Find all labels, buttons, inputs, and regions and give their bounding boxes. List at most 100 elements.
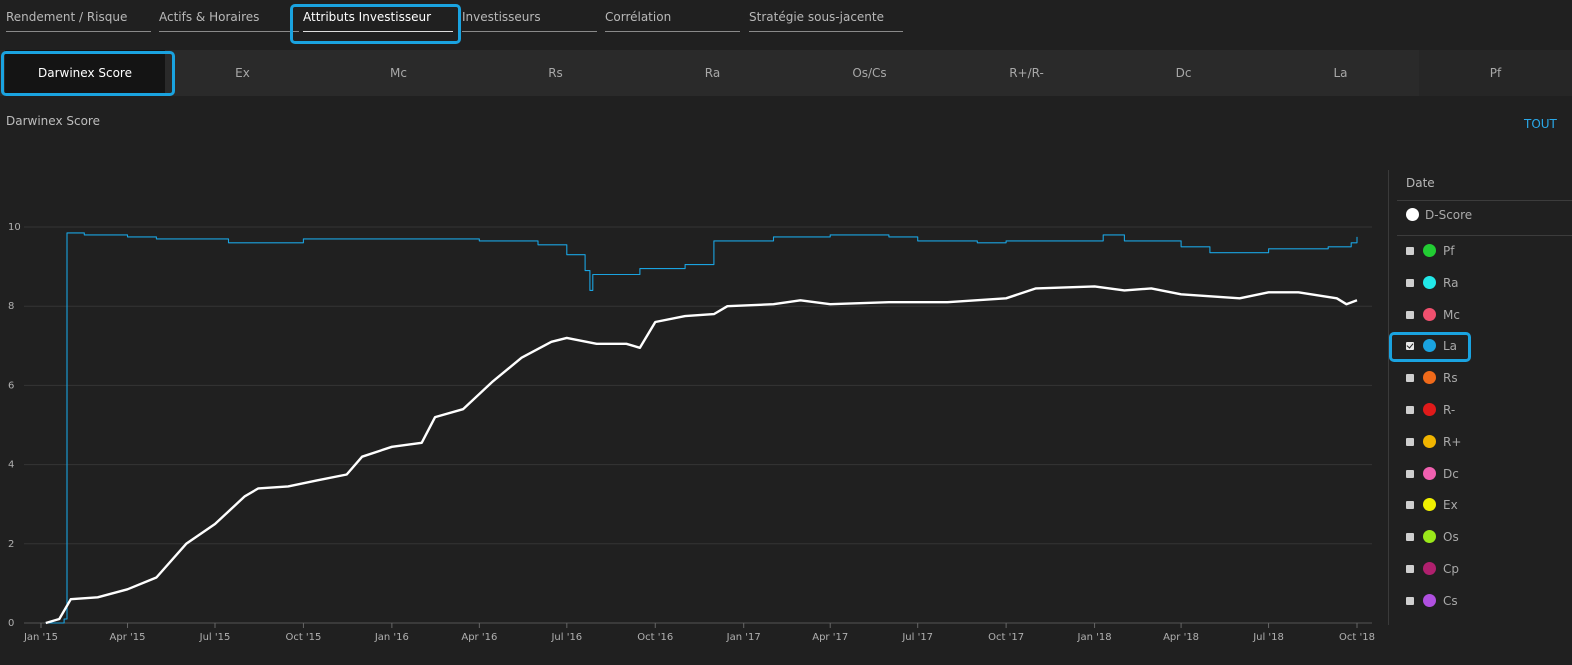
x-tick-label: Apr '18 xyxy=(1163,632,1199,643)
legend-item-label: Pf xyxy=(1443,244,1455,258)
x-tick-label: Oct '15 xyxy=(285,632,321,643)
x-tick-label: Apr '15 xyxy=(110,632,146,643)
color-dot-icon xyxy=(1423,244,1436,257)
x-tick-label: Jan '16 xyxy=(374,632,409,643)
legend-item-ra[interactable]: Ra xyxy=(1406,275,1556,291)
sub-tab-mc[interactable]: Mc xyxy=(320,50,477,96)
checkbox-icon[interactable] xyxy=(1406,437,1414,446)
legend-item-label: Os xyxy=(1443,530,1459,545)
sub-tab-ex[interactable]: Ex xyxy=(165,50,320,96)
checkbox-icon[interactable] xyxy=(1406,501,1414,510)
color-dot-icon xyxy=(1423,371,1436,385)
sub-tab-rs[interactable]: Rs xyxy=(477,50,634,96)
la-series-line xyxy=(45,232,1358,624)
y-tick-label: 2 xyxy=(8,539,14,550)
darwinex-score-chart: 0246810 Jan '15 Apr '15 Jul '15 Oct '15 Jan … xyxy=(8,222,1375,643)
color-dot-icon xyxy=(1423,307,1436,321)
legend-item-rs[interactable]: Rs xyxy=(1406,370,1556,386)
dscore-dot-icon xyxy=(1406,208,1419,221)
legend-item-rplus[interactable]: R+ xyxy=(1406,434,1556,450)
y-tick-label: 10 xyxy=(8,222,21,233)
color-dot-icon xyxy=(1423,275,1436,289)
legend-dscore: D-Score xyxy=(1406,207,1556,223)
legend-item-label: R- xyxy=(1443,403,1456,417)
color-dot-icon xyxy=(1423,403,1436,416)
legend-item-cs[interactable]: Cs xyxy=(1406,593,1556,609)
legend-item-label: Mc xyxy=(1443,307,1460,322)
y-tick-label: 0 xyxy=(8,618,14,629)
x-tick-label: Apr '17 xyxy=(812,632,848,643)
color-dot-icon xyxy=(1423,593,1436,607)
color-dot-icon xyxy=(1423,466,1436,480)
legend-date-label: Date xyxy=(1406,176,1435,190)
top-tab-investisseurs[interactable]: Investisseurs xyxy=(462,10,597,32)
x-tick-label: Jul '17 xyxy=(901,632,933,643)
legend-item-label: Dc xyxy=(1443,466,1459,481)
legend-item-dc[interactable]: Dc xyxy=(1406,466,1556,482)
color-dot-icon xyxy=(1423,530,1436,544)
checkbox-icon[interactable] xyxy=(1406,278,1414,287)
checkbox-icon[interactable] xyxy=(1406,565,1414,573)
x-tick-label: Apr '16 xyxy=(461,632,497,643)
top-tab-attributs-investisseur[interactable]: Attributs Investisseur xyxy=(303,10,453,32)
chart-title: Darwinex Score xyxy=(6,114,100,128)
x-tick-label: Jul '18 xyxy=(1252,632,1284,643)
legend-item-la[interactable]: La xyxy=(1406,338,1556,354)
checkbox-icon[interactable] xyxy=(1406,406,1414,414)
checkbox-icon[interactable] xyxy=(1406,374,1414,383)
x-tick-label: Oct '17 xyxy=(988,632,1024,643)
top-tab-strategie-sous-jacente[interactable]: Stratégie sous-jacente xyxy=(749,10,903,32)
legend-item-mc[interactable]: Mc xyxy=(1406,307,1556,323)
x-tick-label: Jul '16 xyxy=(550,632,582,643)
legend-divider xyxy=(1397,235,1572,236)
x-tick-label: Jan '17 xyxy=(726,632,761,643)
x-axis-ticks: Jan '15 Apr '15 Jul '15 Oct '15 Jan '16 Apr '… xyxy=(23,623,1375,643)
x-tick-label: Oct '16 xyxy=(637,632,673,643)
top-tab-correlation[interactable]: Corrélation xyxy=(605,10,740,32)
legend-item-os[interactable]: Os xyxy=(1406,529,1556,545)
color-dot-icon xyxy=(1423,562,1436,575)
legend-item-label: La xyxy=(1443,339,1458,354)
top-tab-rendement-risque[interactable]: Rendement / Risque xyxy=(6,10,151,32)
legend-item-pf[interactable]: Pf xyxy=(1406,243,1556,259)
color-dot-icon xyxy=(1423,339,1436,353)
legend-panel: Date D-Score Pf Ra Mc La Rs R- R+ Dc Ex Os Cp Cs xyxy=(1388,170,1572,625)
grid-lines xyxy=(24,226,1372,624)
legend-item-label: Ex xyxy=(1443,498,1458,513)
checkbox-icon[interactable] xyxy=(1406,247,1414,255)
top-tab-actifs-horaires[interactable]: Actifs & Horaires xyxy=(159,10,299,32)
color-dot-icon xyxy=(1423,434,1436,448)
checkbox-icon[interactable] xyxy=(1406,533,1414,542)
legend-item-ex[interactable]: Ex xyxy=(1406,497,1556,513)
checkbox-icon[interactable] xyxy=(1406,310,1414,319)
legend-item-label: R+ xyxy=(1443,434,1462,449)
color-dot-icon xyxy=(1423,498,1436,512)
x-tick-label: Jan '15 xyxy=(23,632,58,643)
x-tick-label: Oct '18 xyxy=(1339,632,1375,643)
sub-tab-r-plus-minus[interactable]: R+/R- xyxy=(948,50,1105,96)
checkbox-icon[interactable] xyxy=(1406,596,1414,605)
y-tick-label: 8 xyxy=(8,301,14,312)
sub-tab-os-cs[interactable]: Os/Cs xyxy=(791,50,948,96)
y-tick-label: 6 xyxy=(8,380,14,391)
series-lines xyxy=(45,232,1358,625)
sub-tab-darwinex-score[interactable]: Darwinex Score xyxy=(5,50,165,96)
tout-button[interactable]: TOUT xyxy=(1524,117,1557,131)
checkbox-icon[interactable] xyxy=(1406,469,1414,478)
legend-item-label: Cs xyxy=(1443,593,1458,608)
sub-tab-pf[interactable]: Pf xyxy=(1419,50,1572,96)
sub-tab-ra[interactable]: Ra xyxy=(634,50,791,96)
dscore-series-line xyxy=(45,285,1358,625)
top-tab-bar: Rendement / Risque Actifs & Horaires Att… xyxy=(0,0,1572,44)
legend-item-cp[interactable]: Cp xyxy=(1406,561,1556,577)
checkbox-icon[interactable] xyxy=(1406,342,1414,351)
sub-tab-dc[interactable]: Dc xyxy=(1105,50,1262,96)
legend-dscore-label: D-Score xyxy=(1425,208,1473,222)
x-tick-label: Jul '15 xyxy=(199,632,231,643)
sub-tab-bar: Darwinex Score Ex Mc Rs Ra Os/Cs R+/R- D… xyxy=(0,50,1572,96)
legend-divider xyxy=(1397,200,1572,201)
legend-item-rminus[interactable]: R- xyxy=(1406,402,1556,418)
sub-tab-la[interactable]: La xyxy=(1262,50,1419,96)
legend-item-label: Rs xyxy=(1443,371,1458,386)
y-tick-label: 4 xyxy=(8,460,14,471)
